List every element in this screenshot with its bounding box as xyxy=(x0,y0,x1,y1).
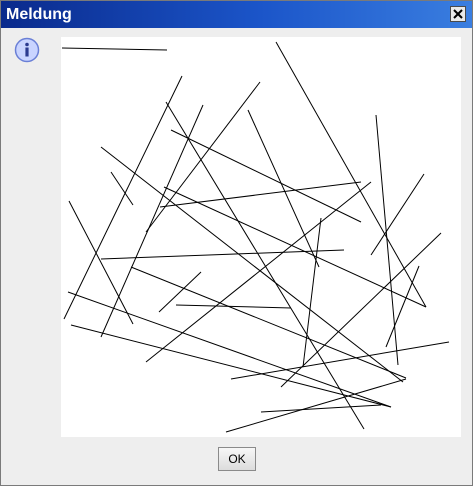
title-bar[interactable]: Meldung xyxy=(1,1,472,28)
message-drawing xyxy=(61,37,461,437)
ok-button-label: OK xyxy=(228,452,246,466)
dialog-title: Meldung xyxy=(6,6,72,23)
ok-button[interactable]: OK xyxy=(218,447,256,471)
close-icon xyxy=(453,9,463,19)
line-drawing xyxy=(61,41,450,433)
message-dialog: Meldung OK xyxy=(0,0,473,486)
info-icon xyxy=(14,37,40,63)
close-button[interactable] xyxy=(450,6,466,22)
